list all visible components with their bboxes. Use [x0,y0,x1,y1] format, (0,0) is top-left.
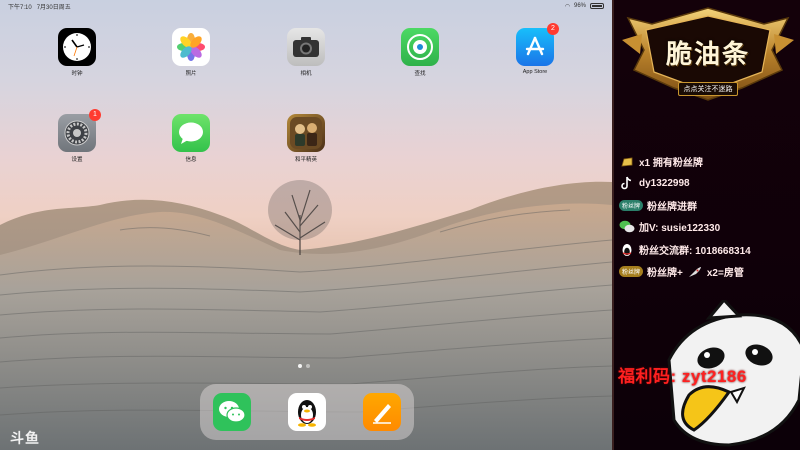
page-dot-active [298,364,302,368]
settings-gear-icon: 1 [58,109,101,152]
battery-icon [590,3,604,9]
douyin-icon [619,176,635,190]
clock-icon [58,28,96,66]
notification-badge: 2 [547,23,559,35]
promo-label: 福利码: [618,367,677,386]
status-time: 下午7:10 [8,4,32,11]
row-suffix: x2=房管 [706,268,744,279]
page-dot [306,364,310,368]
pages-icon[interactable] [363,393,402,431]
qq-penguin-icon[interactable] [287,393,326,431]
app-find-my[interactable]: 查找 [390,28,450,77]
row-fan-badge: x1 拥有粉丝牌 [619,154,703,169]
fan-badge-pill: 粉丝牌 [619,200,644,211]
rocket-icon [687,265,703,279]
status-bar: 下午7:10 7月30日周五 ◠ 96% [0,0,612,12]
app-label: 和平精英 [294,157,317,163]
camera-icon [287,28,325,66]
app-app-store[interactable]: 2 App Store [505,23,565,75]
app-label: 照片 [185,71,197,77]
app-photos[interactable]: 照片 [161,28,221,77]
app-settings[interactable]: 1 设置 [47,109,107,163]
logo-subtitle: 点点关注不迷路 [678,82,738,96]
battery-percent: 96% [573,3,586,9]
row-fan-group: 粉丝牌 粉丝牌进群 [619,198,697,213]
game-icon [287,114,325,152]
app-camera[interactable]: 相机 [276,28,336,77]
row-qq-group: 粉丝交流群: 1018668314 [619,242,751,257]
app-store-icon: 2 [516,23,559,66]
app-peace-elite[interactable]: 和平精英 [276,114,336,163]
messages-icon [172,114,210,152]
channel-logo: 脆油条 点点关注不迷路 [622,4,794,104]
app-messages[interactable]: 信息 [161,114,221,163]
row-douyin: dy1322998 [619,176,690,190]
logo-title: 脆油条 [665,39,750,69]
find-my-icon [401,28,439,66]
ipad-home-screen: 下午7:10 7月30日周五 ◠ 96% 时钟 照片 相机 查找 2 App S… [0,0,612,450]
wechat-icon[interactable] [212,393,251,431]
fan-badge-pill: 粉丝牌 [619,266,644,277]
app-label: 信息 [185,157,197,163]
promo-code-banner: 福利码: zyt2186 [618,362,747,387]
row-text: dy1322998 [639,177,690,189]
row-text: 粉丝牌进群 [647,202,698,213]
app-label: App Store [522,69,548,75]
row-room-admin: 粉丝牌 粉丝牌+ x2=房管 [619,264,744,279]
douyu-watermark: 斗鱼 [10,430,40,446]
gold-bar-icon [619,155,635,169]
row-text: x1 拥有粉丝牌 [639,158,703,169]
row-wechat: 加V: susie122330 [619,219,720,234]
notification-badge: 1 [89,109,101,121]
app-label: 时钟 [71,71,83,77]
promo-code: zyt2186 [681,367,747,386]
app-label: 查找 [414,71,426,77]
app-label: 相机 [300,71,312,77]
status-date: 7月30日周五 [36,4,71,11]
stream-overlay-panel: 脆油条 点点关注不迷路 x1 拥有粉丝牌 dy1322998 粉丝牌 粉丝牌进群… [612,0,800,450]
app-label: 设置 [71,157,83,163]
photos-icon [172,28,210,66]
page-indicator[interactable] [298,364,310,368]
wechat-small-icon [619,220,635,234]
app-clock[interactable]: 时钟 [47,28,107,77]
wifi-icon: ◠ [564,3,570,10]
row-text: 加V: susie122330 [639,223,721,234]
dock [200,384,414,440]
row-text: 粉丝交流群: 1018668314 [639,246,751,257]
qq-small-icon [619,243,635,257]
row-text: 粉丝牌+ [647,268,683,279]
